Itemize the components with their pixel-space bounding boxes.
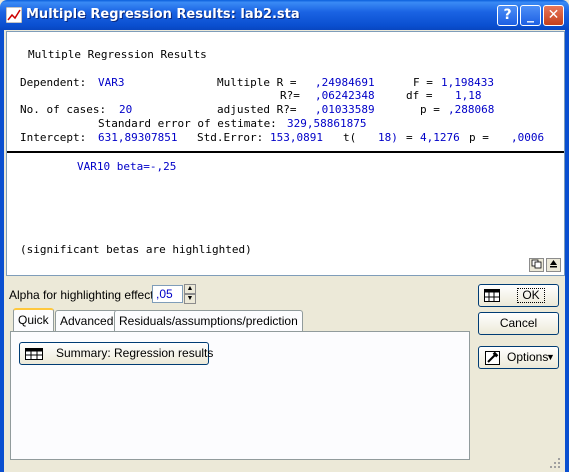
copy-icon[interactable] xyxy=(529,258,544,272)
alpha-input[interactable]: ,05 xyxy=(152,285,183,303)
p-value: ,288068 xyxy=(448,103,495,116)
ok-button[interactable]: OK xyxy=(478,284,559,307)
separator-line xyxy=(7,151,564,153)
dependent-label: Dependent: xyxy=(20,76,87,89)
spin-up-icon[interactable]: ▲ xyxy=(184,284,196,294)
std-error-value: 153,0891 xyxy=(270,131,323,144)
df-label: df = xyxy=(406,89,433,102)
footnote: (significant betas are highlighted) xyxy=(20,243,252,256)
t-df: 18) xyxy=(378,131,398,144)
t-equals: = xyxy=(406,131,413,144)
close-button[interactable]: ✕ xyxy=(543,5,564,26)
adj-r2-value: ,01033589 xyxy=(315,103,375,116)
options-hammer-icon xyxy=(485,351,500,365)
std-err-est-label: Standard error of estimate: xyxy=(98,117,277,130)
window-title: Multiple Regression Results: lab2.sta xyxy=(26,7,300,22)
tab-advanced[interactable]: Advanced xyxy=(55,310,119,332)
p2-value: ,0006 xyxy=(511,131,545,144)
statistica-app-icon xyxy=(6,7,22,23)
ok-spreadsheet-icon xyxy=(484,289,500,302)
resize-grip-icon[interactable] xyxy=(547,455,561,469)
r2-label: R?= xyxy=(280,89,300,102)
options-label: Options xyxy=(507,350,549,364)
options-dropdown-icon: ▼ xyxy=(546,352,555,362)
t-label: t( xyxy=(343,131,357,144)
title-bar[interactable]: Multiple Regression Results: lab2.sta ? … xyxy=(0,0,569,30)
summary-button-label: Summary: Regression results xyxy=(56,346,214,360)
collapse-up-icon[interactable] xyxy=(546,258,561,272)
adj-r2-label: adjusted R?= xyxy=(217,103,297,116)
t-value: 4,1276 xyxy=(420,131,460,144)
tab-residuals[interactable]: Residuals/assumptions/prediction xyxy=(114,310,303,332)
multiple-r-value: ,24984691 xyxy=(315,76,375,89)
minimize-button[interactable]: _ xyxy=(520,5,541,26)
options-button[interactable]: Options ▼ xyxy=(478,346,559,369)
r2-value: ,06242348 xyxy=(315,89,375,102)
std-error-label: Std.Error: xyxy=(197,131,264,144)
p2-label: p = xyxy=(469,131,489,144)
ok-label: OK xyxy=(517,288,545,303)
help-button[interactable]: ? xyxy=(497,5,518,26)
p-label: p = xyxy=(420,103,440,116)
alpha-label: Alpha for highlighting effects: xyxy=(9,288,163,302)
cases-value: 20 xyxy=(119,103,133,116)
beta-line: VAR10 beta=-,25 xyxy=(77,160,177,173)
multiple-r-label: Multiple R = xyxy=(217,76,297,89)
window-frame-left xyxy=(0,30,4,472)
results-panel[interactable]: Multiple Regression Results Dependent: V… xyxy=(6,31,565,276)
intercept-label: Intercept: xyxy=(20,131,87,144)
f-value: 1,198433 xyxy=(441,76,494,89)
alpha-spinner[interactable]: ▲ ▼ xyxy=(184,284,196,304)
std-err-est-value: 329,58861875 xyxy=(287,117,367,130)
results-heading: Multiple Regression Results xyxy=(28,48,207,61)
f-label: F = xyxy=(413,76,433,89)
tab-quick[interactable]: Quick xyxy=(13,308,54,332)
dependent-value: VAR3 xyxy=(98,76,125,89)
cases-label: No. of cases: xyxy=(20,103,107,116)
spin-down-icon[interactable]: ▼ xyxy=(184,294,196,304)
window-frame-right xyxy=(565,30,569,472)
spreadsheet-icon xyxy=(25,348,43,360)
cancel-button[interactable]: Cancel xyxy=(478,312,559,335)
summary-regression-button[interactable]: Summary: Regression results xyxy=(19,342,213,365)
df-value: 1,18 xyxy=(455,89,482,102)
intercept-value: 631,89307851 xyxy=(98,131,178,144)
